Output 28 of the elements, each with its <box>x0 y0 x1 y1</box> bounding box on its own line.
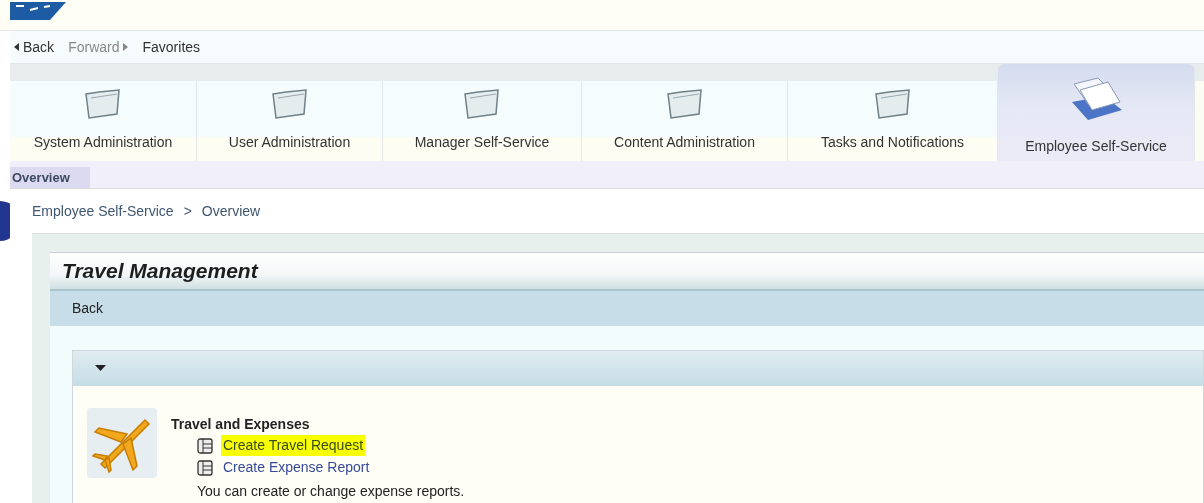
portal-tab[interactable]: Tasks and Notifications <box>788 81 998 161</box>
link[interactable]: Create Expense Report <box>221 457 372 478</box>
folder-icon <box>269 88 310 120</box>
back-button[interactable]: Back <box>72 297 104 319</box>
panel-title: Travel Management <box>50 252 1204 289</box>
right-arrow-icon <box>123 43 129 51</box>
folder-icon <box>664 88 705 120</box>
back-button[interactable]: Back <box>14 36 55 58</box>
breadcrumb-item[interactable]: Employee Self-Service <box>32 200 174 222</box>
folder-icon <box>872 88 913 120</box>
portal-tab[interactable]: User Administration <box>197 81 383 161</box>
toggle-icon[interactable] <box>95 365 106 371</box>
sub-tab[interactable]: Overview <box>10 166 90 188</box>
left-arrow-icon <box>14 43 19 51</box>
portal-tab[interactable]: Employee Self-Service <box>998 64 1195 161</box>
portal-tab[interactable]: System Administration <box>10 81 197 161</box>
section-title: Travel and Expenses <box>171 414 311 434</box>
description-text: You can create or change expense reports. <box>197 481 465 501</box>
link[interactable]: Create Travel Request <box>221 435 366 456</box>
portal-tab[interactable]: Manager Self-Service <box>383 81 582 161</box>
document-icon <box>197 437 213 454</box>
folder-icon <box>462 88 502 120</box>
document-icon <box>197 459 213 476</box>
favorites-button[interactable]: Favorites <box>142 36 201 58</box>
breadcrumb-separator: > <box>183 201 192 221</box>
breadcrumb-item[interactable]: Overview <box>201 200 261 222</box>
folder-icon <box>83 88 123 120</box>
portal-tab[interactable]: Content Administration <box>582 81 788 161</box>
